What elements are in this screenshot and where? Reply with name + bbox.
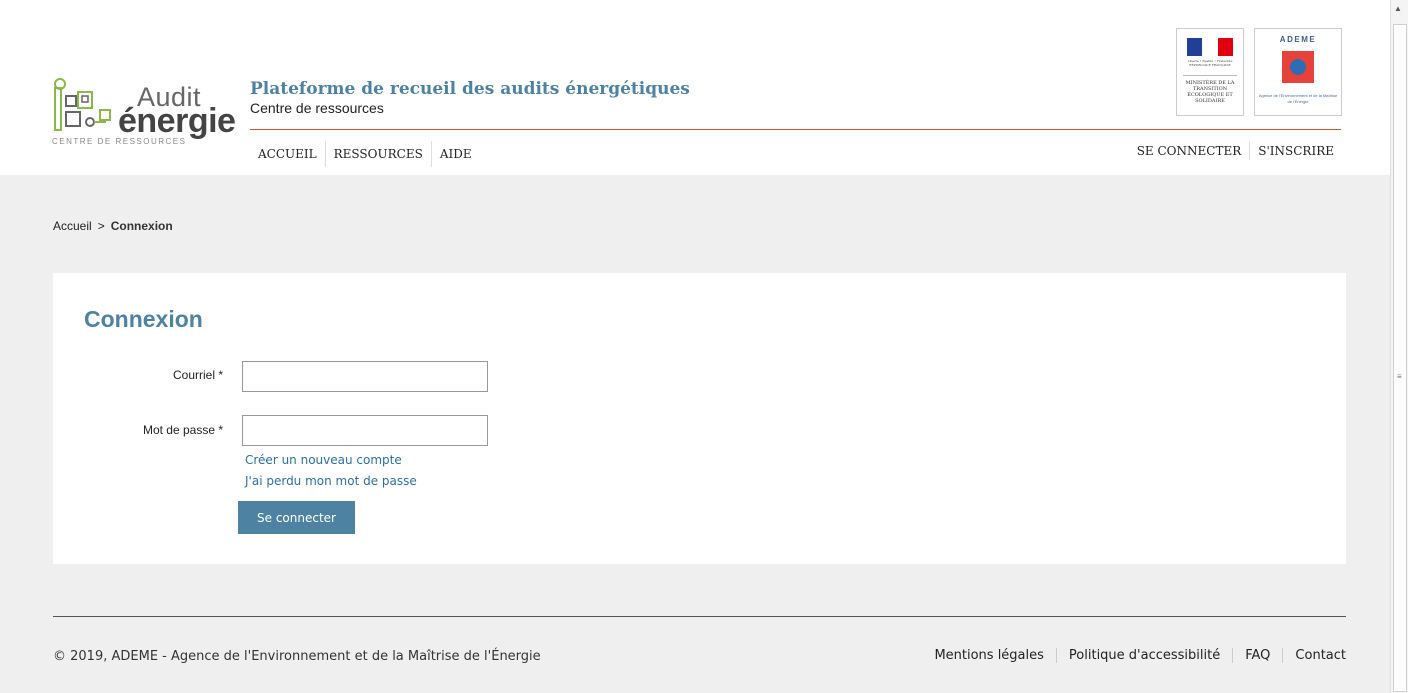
login-card: Connexion Courriel * Mot de passe * Crée… [53,273,1346,564]
create-account-link[interactable]: Créer un nouveau compte [245,453,402,467]
footer-link-contact[interactable]: Contact [1283,648,1346,663]
ademe-globe-icon [1282,51,1314,83]
email-input[interactable] [242,361,488,392]
vertical-scrollbar[interactable]: ▲ ≡ [1390,0,1408,693]
ademe-tagline: Agence de l'Environnement et de la Maîtr… [1258,93,1338,104]
scroll-up-arrow-icon[interactable]: ▲ [1394,4,1402,13]
account-nav: SE CONNECTER S'INSCRIRE [1129,140,1342,162]
breadcrumb-current: Connexion [110,219,173,233]
audit-energie-logo[interactable]: Audit énergie CENTRE DE RESSOURCES [52,76,242,148]
site-title-block: Plateforme de recueil des audits énergét… [250,79,690,116]
footer-divider [53,616,1346,617]
ministry-name: MINISTÈRE DE LA TRANSITION ÉCOLOGIQUE ET… [1185,80,1235,104]
main-nav: ACCUEIL RESSOURCES AIDE [250,140,480,168]
login-link[interactable]: SE CONNECTER [1129,142,1251,160]
site-header: Audit énergie CENTRE DE RESSOURCES Plate… [0,0,1390,175]
logo-subtitle: CENTRE DE RESSOURCES [52,137,187,146]
scroll-grip-icon: ≡ [1397,372,1402,381]
register-link[interactable]: S'INSCRIRE [1250,142,1342,160]
footer-link-mentions[interactable]: Mentions légales [922,648,1057,663]
password-input[interactable] [242,415,488,446]
breadcrumb-separator: > [97,219,105,233]
breadcrumb-home-link[interactable]: Accueil [53,219,92,233]
header-divider [250,129,1341,130]
ademe-logo[interactable]: ADEME Agence de l'Environnement et de la… [1254,28,1342,116]
site-subtitle: Centre de ressources [250,100,384,116]
ademe-wordmark: ADEME [1279,35,1317,44]
building-plug-icon [54,78,111,131]
email-label: Courriel * [172,368,223,382]
password-label: Mot de passe * [142,423,223,437]
nav-item-accueil[interactable]: ACCUEIL [250,141,326,167]
footer-copyright: © 2019, ADEME - Agence de l'Environnemen… [53,649,541,664]
ministry-motto: Liberté • Égalité • Fraternité RÉPUBLIQU… [1187,59,1233,67]
nav-item-aide[interactable]: AIDE [432,141,480,167]
scrollbar-thumb[interactable]: ≡ [1393,24,1407,692]
footer-links: Mentions légales Politique d'accessibili… [922,648,1346,663]
footer-link-faq[interactable]: FAQ [1233,648,1284,663]
page: Audit énergie CENTRE DE RESSOURCES Plate… [0,0,1390,693]
ministry-divider [1183,75,1237,76]
nav-item-ressources[interactable]: RESSOURCES [326,141,432,167]
french-flag-icon [1187,38,1233,56]
breadcrumb: Accueil > Connexion [53,219,173,233]
login-button[interactable]: Se connecter [238,501,355,534]
ministry-logo[interactable]: Liberté • Égalité • Fraternité RÉPUBLIQU… [1176,28,1244,116]
logo-word-energie: énergie [118,102,236,140]
page-title: Connexion [84,306,203,332]
footer-link-accessibility[interactable]: Politique d'accessibilité [1057,648,1234,663]
site-title: Plateforme de recueil des audits énergét… [250,79,690,99]
lost-password-link[interactable]: J'ai perdu mon mot de passe [245,474,417,488]
